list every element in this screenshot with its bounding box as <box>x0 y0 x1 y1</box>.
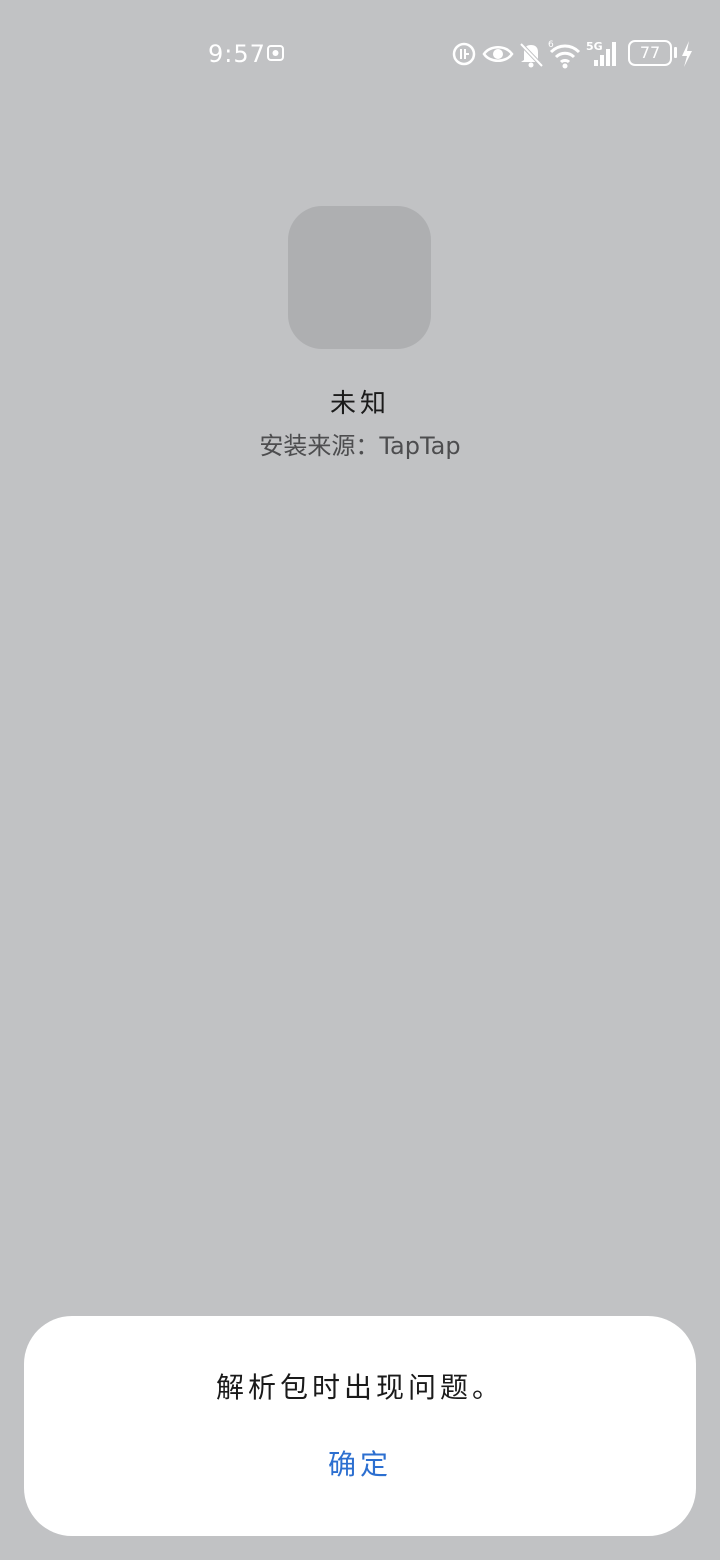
battery-nub <box>674 47 677 58</box>
confirm-button[interactable]: 确定 <box>280 1440 440 1490</box>
hd-data-icon <box>452 42 476 66</box>
charging-icon <box>682 41 692 67</box>
eye-comfort-icon <box>482 46 514 62</box>
error-dialog: 解析包时出现问题。 确定 <box>24 1316 696 1536</box>
app-icon-placeholder <box>288 206 431 349</box>
status-bar: 9:57 6 5G 77 <box>0 0 720 108</box>
app-name: 未知 <box>329 389 390 419</box>
wifi-icon: 6 <box>548 40 581 69</box>
cellular-signal-icon: 5G <box>586 40 616 66</box>
battery-level: 77 <box>639 43 661 62</box>
chat-notification-icon <box>267 45 284 61</box>
status-time: 9:57 <box>208 40 266 68</box>
dialog-message: 解析包时出现问题。 <box>215 1371 504 1404</box>
wifi-badge: 6 <box>548 40 554 50</box>
mute-bell-icon <box>519 42 544 68</box>
install-source: 安装来源：TapTap <box>259 432 461 460</box>
cell-badge: 5G <box>586 40 603 53</box>
